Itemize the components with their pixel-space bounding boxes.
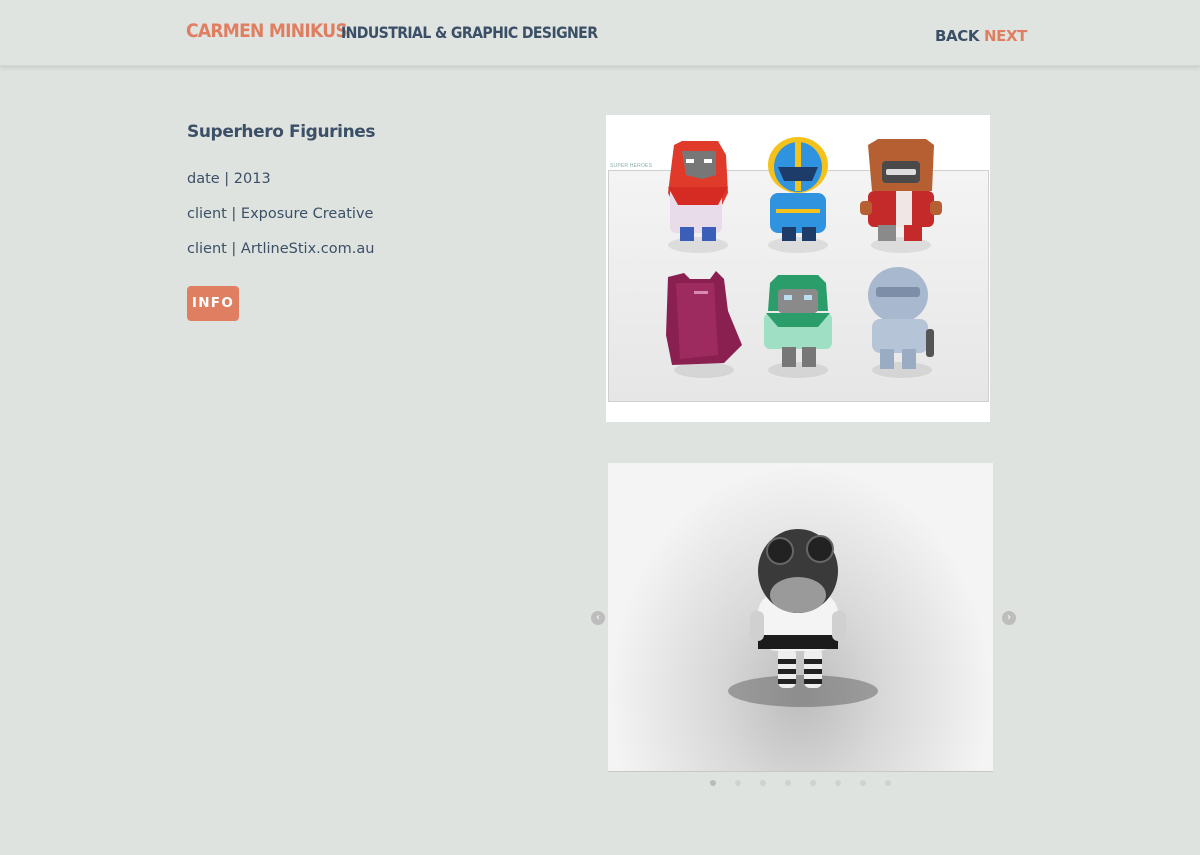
slider-dot[interactable] [785,780,791,786]
slider-dot[interactable] [710,780,716,786]
chevron-right-icon: › [1007,612,1011,623]
site-header: CARMEN MINIKUS INDUSTRIAL & GRAPHIC DESI… [0,0,1200,66]
slider-dot[interactable] [810,780,816,786]
info-button[interactable]: INFO [187,286,239,321]
slider-next-button[interactable]: › [1002,611,1016,625]
chevron-left-icon: ‹ [596,612,600,623]
figurines-illustration [666,137,942,378]
next-link[interactable]: NEXT [984,27,1027,45]
figurine-sheet-image: SUPER HEROES [606,115,990,422]
meta-client: client | Exposure Creative [187,206,374,222]
slider-dot[interactable] [860,780,866,786]
figurine-grey-robot [868,267,934,378]
figurine-blue-helmet [768,137,828,253]
slider-pagination [710,780,891,786]
slider-dot[interactable] [735,780,741,786]
figurine-red-hood [668,141,728,253]
slider-dot[interactable] [835,780,841,786]
brand-role: INDUSTRIAL & GRAPHIC DESIGNER [341,23,598,42]
figurine-magenta-cape [666,271,742,378]
figurine-render [728,529,878,707]
slider-dot[interactable] [885,780,891,786]
brand-name[interactable]: CARMEN MINIKUS [186,20,348,42]
meta-date: date | 2013 [187,171,271,187]
meta-client-2: client | ArtlineStix.com.au [187,241,375,257]
slider-prev-button[interactable]: ‹ [591,611,605,625]
slider-dot[interactable] [760,780,766,786]
back-link[interactable]: BACK [935,27,979,45]
figurine-green-hood [764,275,832,378]
image-slider[interactable] [608,463,993,772]
project-title: Superhero Figurines [187,122,376,142]
brand[interactable]: CARMEN MINIKUS INDUSTRIAL & GRAPHIC DESI… [186,20,598,42]
figurine-brown-block [860,139,942,253]
